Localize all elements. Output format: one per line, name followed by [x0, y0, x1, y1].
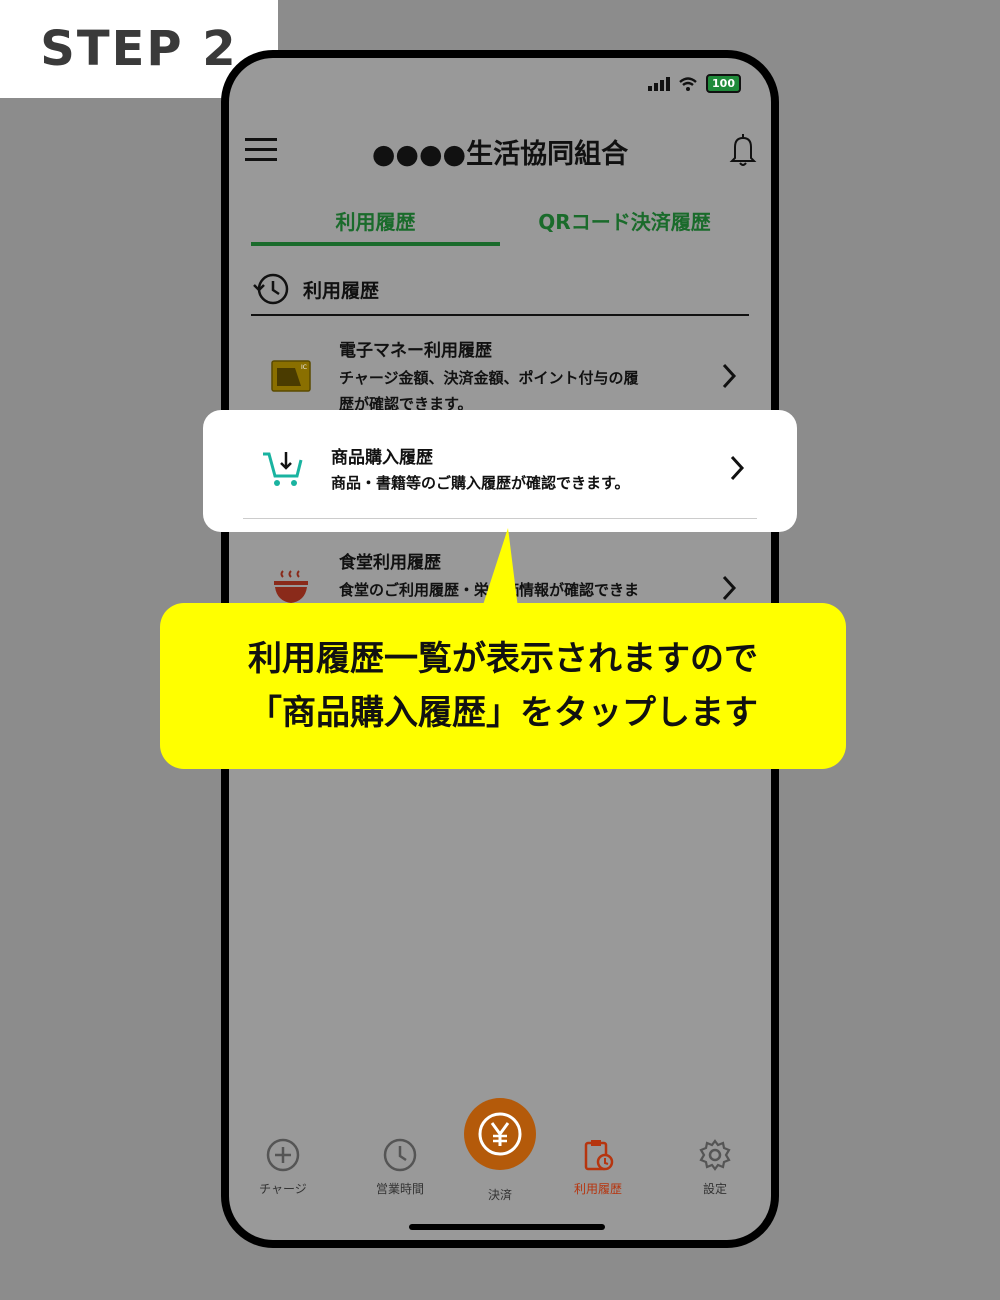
- cart-download-icon: [263, 452, 303, 486]
- nav-settings[interactable]: 設定: [675, 1138, 755, 1197]
- nav-label: 決済: [487, 1188, 512, 1202]
- list-item-subtitle: チャージ金額、決済金額、ポイント付与の履 歴が確認できます。: [339, 368, 639, 413]
- list-item-product-purchase-history[interactable]: 商品購入履歴 商品・書籍等のご購入履歴が確認できます。: [243, 418, 757, 519]
- section-header: 利用履歴: [251, 264, 749, 316]
- nav-charge[interactable]: チャージ: [243, 1138, 323, 1197]
- instruction-callout: 利用履歴一覧が表示されますので 「商品購入履歴」をタップします: [160, 603, 846, 769]
- wifi-icon: [679, 76, 697, 91]
- list-item-title: 電子マネー利用履歴: [339, 340, 492, 361]
- app-bar: ●●●●生活協同組合: [229, 126, 771, 174]
- status-bar: 100: [648, 74, 741, 93]
- yen-icon: [478, 1112, 522, 1156]
- nav-label: 営業時間: [375, 1182, 424, 1196]
- chevron-right-icon: [730, 455, 745, 481]
- nav-label: チャージ: [259, 1182, 307, 1196]
- history-clipboard-icon: [584, 1140, 614, 1171]
- callout-line-1: 利用履歴一覧が表示されますので: [248, 639, 758, 679]
- rice-bowl-icon: [274, 570, 308, 606]
- nav-label: 利用履歴: [573, 1182, 622, 1196]
- ic-card-icon: IC: [271, 360, 311, 392]
- svg-text:IC: IC: [301, 364, 307, 371]
- signal-icon: [648, 76, 671, 91]
- callout-pointer: [482, 528, 518, 608]
- gear-icon: [699, 1139, 731, 1171]
- clock-icon: [383, 1138, 417, 1172]
- history-icon: [253, 273, 289, 305]
- list-item-title: 商品購入履歴: [331, 448, 433, 468]
- section-title: 利用履歴: [303, 279, 380, 302]
- chevron-right-icon: [722, 575, 737, 601]
- pay-button[interactable]: [464, 1098, 536, 1170]
- chevron-right-icon: [722, 363, 737, 389]
- battery-indicator: 100: [706, 74, 741, 93]
- tab-qr-payment-history[interactable]: QRコード決済履歴: [500, 198, 749, 246]
- tab-bar: 利用履歴 QRコード決済履歴: [251, 198, 749, 246]
- bottom-nav: チャージ 営業時間 決済 利用履歴 設定: [229, 1098, 771, 1208]
- home-indicator: [409, 1224, 605, 1230]
- callout-line-2: 「商品購入履歴」をタップします: [248, 693, 758, 733]
- app-title: ●●●●生活協同組合: [371, 139, 629, 170]
- bell-icon[interactable]: [727, 132, 759, 168]
- nav-usage-history[interactable]: 利用履歴: [558, 1138, 638, 1197]
- list-item-subtitle: 商品・書籍等のご購入履歴が確認できます。: [331, 474, 630, 492]
- plus-circle-icon: [266, 1138, 300, 1172]
- nav-business-hours[interactable]: 営業時間: [360, 1138, 440, 1197]
- nav-payment-label-wrap: 決済: [460, 1182, 540, 1203]
- tab-usage-history[interactable]: 利用履歴: [251, 198, 500, 246]
- nav-label: 設定: [702, 1182, 727, 1196]
